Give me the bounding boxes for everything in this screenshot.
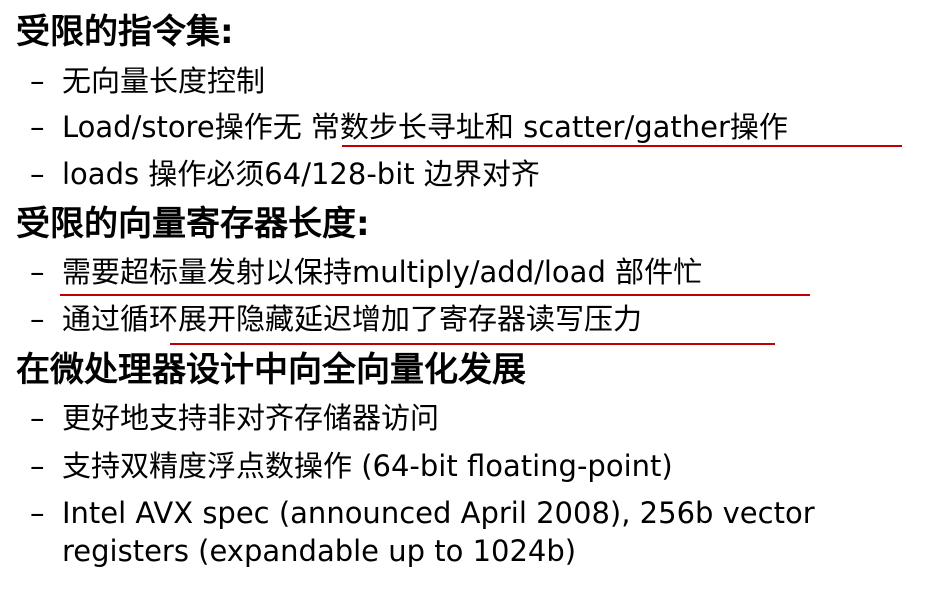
bullet-text: 更好地支持非对齐存储器访问 (62, 401, 440, 435)
bullet-dash: – (30, 401, 45, 435)
bullet-dash: – (30, 64, 45, 98)
bullet-dash: – (30, 255, 45, 289)
red-underline-annotation (60, 294, 810, 296)
bullet-text: Load/store操作无 常数步长寻址和 scatter/gather操作 (62, 110, 788, 144)
bullet-text: loads 操作必须64/128-bit 边界对齐 (62, 157, 540, 191)
bullet-text: 需要超标量发射以保持multiply/add/load 部件忙 (62, 255, 703, 289)
section-heading-restricted-instruction-set: 受限的指令集: (16, 12, 234, 52)
section-heading-restricted-register-length: 受限的向量寄存器长度: (16, 204, 370, 244)
red-underline-annotation (342, 145, 902, 147)
section-heading-full-vectorization: 在微处理器设计中向全向量化发展 (16, 350, 526, 390)
slide: 受限的指令集: – 无向量长度控制 – Load/store操作无 常数步长寻址… (0, 0, 930, 599)
bullet-text: 无向量长度控制 (62, 64, 266, 98)
bullet-dash: – (30, 496, 45, 530)
bullet-text: Intel AVX spec (announced April 2008), 2… (62, 496, 815, 568)
red-underline-annotation (170, 343, 775, 345)
bullet-dash: – (30, 449, 45, 483)
bullet-dash: – (30, 110, 45, 144)
bullet-dash: – (30, 302, 45, 336)
bullet-text: 通过循环展开隐藏延迟增加了寄存器读写压力 (62, 302, 643, 336)
bullet-text: 支持双精度浮点数操作 (64-bit floating-point) (62, 449, 673, 483)
bullet-dash: – (30, 157, 45, 191)
